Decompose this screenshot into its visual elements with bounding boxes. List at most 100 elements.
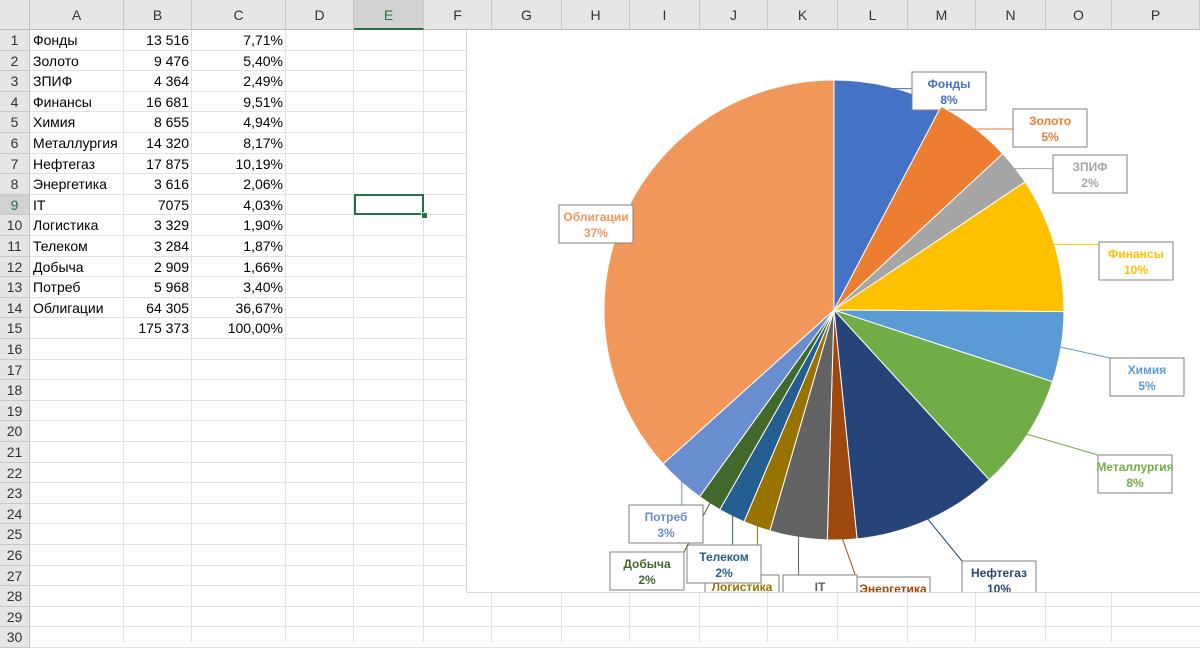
cell-category-name[interactable]: Телеком xyxy=(30,236,124,257)
cell-category-name[interactable]: Облигации xyxy=(30,298,124,319)
cell-category-name[interactable]: Фонды xyxy=(30,30,124,51)
row-header-13[interactable]: 13 xyxy=(0,277,30,298)
cell-category-name[interactable]: Нефтегаз xyxy=(30,154,124,175)
column-header-d[interactable]: D xyxy=(286,0,354,30)
column-header-o[interactable]: O xyxy=(1046,0,1112,30)
column-header-m[interactable]: M xyxy=(908,0,976,30)
column-header-n[interactable]: N xyxy=(976,0,1046,30)
cell-amount[interactable]: 9 476 xyxy=(124,51,192,72)
row-header-14[interactable]: 14 xyxy=(0,297,30,319)
cell-percent[interactable]: 1,66% xyxy=(192,257,286,278)
cell-total-percent[interactable]: 100,00% xyxy=(192,318,286,339)
cell-amount[interactable]: 14 320 xyxy=(124,133,192,154)
row-header-9[interactable]: 9 xyxy=(0,194,30,216)
cell-category-name[interactable]: Химия xyxy=(30,112,124,133)
row-header-15[interactable]: 15 xyxy=(0,318,30,339)
row-header-20[interactable]: 20 xyxy=(0,421,30,442)
column-header-a[interactable]: A xyxy=(30,0,124,30)
cell-amount[interactable]: 17 875 xyxy=(124,154,192,175)
cell-percent[interactable]: 36,67% xyxy=(192,298,286,319)
cell-percent[interactable]: 2,49% xyxy=(192,71,286,92)
leader-line xyxy=(841,537,857,578)
cell-total-amount[interactable]: 175 373 xyxy=(124,318,192,339)
row-header-21[interactable]: 21 xyxy=(0,442,30,463)
column-header-g[interactable]: G xyxy=(492,0,562,30)
column-header-k[interactable]: K xyxy=(768,0,838,30)
row-header-7[interactable]: 7 xyxy=(0,153,30,175)
row-header-19[interactable]: 19 xyxy=(0,400,30,422)
row-header-10[interactable]: 10 xyxy=(0,215,30,236)
cell-category-name[interactable]: ЗПИФ xyxy=(30,71,124,92)
cell-percent[interactable]: 8,17% xyxy=(192,133,286,154)
row-header-24[interactable]: 24 xyxy=(0,503,30,525)
cell-amount[interactable]: 3 329 xyxy=(124,215,192,236)
data-label-percent: 10% xyxy=(1124,263,1148,277)
cell-amount[interactable]: 2 909 xyxy=(124,257,192,278)
column-header-e[interactable]: E xyxy=(354,0,424,30)
column-header-p[interactable]: P xyxy=(1112,0,1200,30)
row-header-27[interactable]: 27 xyxy=(0,565,30,587)
row-header-16[interactable]: 16 xyxy=(0,339,30,360)
cell-category-name[interactable]: Логистика xyxy=(30,215,124,236)
pie-chart-svg[interactable]: Фонды 8% Золото 5% ЗПИФ 2% Финансы 10% Химия 5% Ме… xyxy=(467,30,1200,616)
row-header-26[interactable]: 26 xyxy=(0,545,30,566)
cell-amount[interactable]: 7075 xyxy=(124,195,192,216)
cell-category-name[interactable]: Золото xyxy=(30,51,124,72)
cell-category-name[interactable]: Металлургия xyxy=(30,133,124,154)
cell-amount[interactable]: 8 655 xyxy=(124,112,192,133)
data-label-percent: 10% xyxy=(987,582,1011,592)
row-header-6[interactable]: 6 xyxy=(0,133,30,154)
row-header-12[interactable]: 12 xyxy=(0,256,30,278)
column-header-j[interactable]: J xyxy=(700,0,768,30)
row-header-18[interactable]: 18 xyxy=(0,380,30,401)
fill-handle[interactable] xyxy=(421,212,428,219)
column-header-f[interactable]: F xyxy=(424,0,492,30)
row-header-11[interactable]: 11 xyxy=(0,236,30,257)
cell-amount[interactable]: 13 516 xyxy=(124,30,192,51)
cell-percent[interactable]: 2,06% xyxy=(192,174,286,195)
row-header-23[interactable]: 23 xyxy=(0,483,30,504)
cell-amount[interactable]: 4 364 xyxy=(124,71,192,92)
select-all-corner[interactable] xyxy=(0,0,30,30)
cell-amount[interactable]: 3 616 xyxy=(124,174,192,195)
cell-percent[interactable]: 9,51% xyxy=(192,92,286,113)
column-header-c[interactable]: C xyxy=(192,0,286,30)
column-header-h[interactable]: H xyxy=(562,0,630,30)
cell-amount[interactable]: 16 681 xyxy=(124,92,192,113)
cell-category-name[interactable]: Финансы xyxy=(30,92,124,113)
cell-percent[interactable]: 5,40% xyxy=(192,51,286,72)
selected-cell-outline[interactable] xyxy=(354,194,424,215)
row-header-4[interactable]: 4 xyxy=(0,91,30,113)
cell-percent[interactable]: 3,40% xyxy=(192,277,286,298)
row-header-28[interactable]: 28 xyxy=(0,586,30,607)
row-header-17[interactable]: 17 xyxy=(0,359,30,381)
cell-amount[interactable]: 5 968 xyxy=(124,277,192,298)
row-header-29[interactable]: 29 xyxy=(0,606,30,628)
row-header-1[interactable]: 1 xyxy=(0,30,30,51)
column-header-l[interactable]: L xyxy=(838,0,908,30)
cell-amount[interactable]: 64 305 xyxy=(124,298,192,319)
pie-chart[interactable]: Фонды 8% Золото 5% ЗПИФ 2% Финансы 10% Химия 5% Ме… xyxy=(466,30,1200,616)
cell-percent[interactable]: 1,87% xyxy=(192,236,286,257)
column-header-i[interactable]: I xyxy=(630,0,700,30)
cell-percent[interactable]: 4,03% xyxy=(192,195,286,216)
row-header-8[interactable]: 8 xyxy=(0,174,30,195)
row-header-2[interactable]: 2 xyxy=(0,50,30,72)
cell-category-name[interactable]: Добыча xyxy=(30,257,124,278)
data-label-category: Энергетика xyxy=(859,582,927,592)
cell-amount[interactable]: 3 284 xyxy=(124,236,192,257)
cell-category-name[interactable]: Потреб xyxy=(30,277,124,298)
column-header-b[interactable]: B xyxy=(124,0,192,30)
cell-category-name[interactable]: Энергетика xyxy=(30,174,124,195)
cell-percent[interactable]: 4,94% xyxy=(192,112,286,133)
cell-percent[interactable]: 10,19% xyxy=(192,154,286,175)
cell-category-name[interactable]: IT xyxy=(30,195,124,216)
row-header-22[interactable]: 22 xyxy=(0,462,30,484)
row-header-25[interactable]: 25 xyxy=(0,524,30,545)
row-header-5[interactable]: 5 xyxy=(0,112,30,133)
row-header-3[interactable]: 3 xyxy=(0,71,30,92)
cell-percent[interactable]: 1,90% xyxy=(192,215,286,236)
row-header-30[interactable]: 30 xyxy=(0,627,30,648)
data-label-percent: 8% xyxy=(940,93,958,107)
cell-percent[interactable]: 7,71% xyxy=(192,30,286,51)
